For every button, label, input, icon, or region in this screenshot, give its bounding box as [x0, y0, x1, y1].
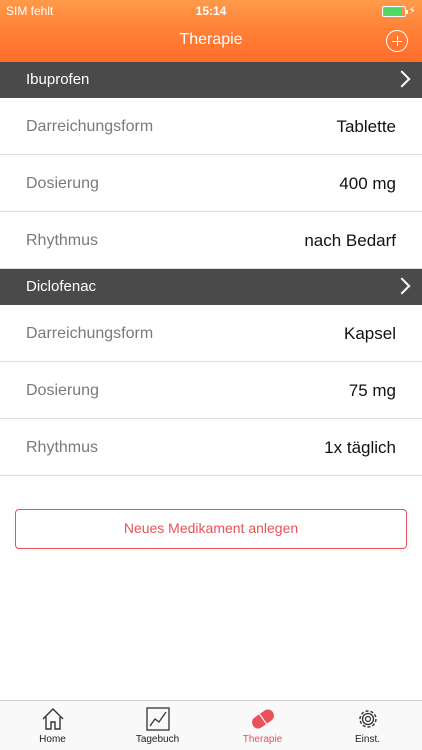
row-label: Rhythmus [26, 232, 99, 249]
table-row: Darreichungsform Kapsel [0, 305, 422, 362]
table-row: Dosierung 400 mg [0, 155, 422, 212]
table-row: Rhythmus 1x täglich [0, 419, 422, 476]
chevron-right-icon [393, 70, 411, 88]
row-value: Kapsel [344, 324, 396, 343]
house-icon [42, 708, 63, 730]
row-value: nach Bedarf [304, 231, 396, 250]
medication-header-ibuprofen[interactable]: Ibuprofen [0, 62, 422, 98]
table-row: Dosierung 75 mg [0, 362, 422, 419]
medication-header-diclofenac[interactable]: Diclofenac [0, 269, 422, 305]
row-value: Tablette [336, 117, 396, 136]
table-row: Darreichungsform Tablette [0, 98, 422, 155]
tab-einstellungen[interactable]: Einst. [315, 701, 420, 750]
tab-therapie[interactable]: Therapie [210, 701, 315, 750]
tab-label: Einst. [354, 734, 380, 745]
row-label: Dosierung [26, 382, 99, 399]
status-time: 15:14 [195, 4, 227, 18]
row-label: Rhythmus [26, 439, 99, 456]
row-value: 75 mg [348, 381, 396, 400]
row-label: Darreichungsform [26, 118, 154, 135]
medication-name: Diclofenac [26, 278, 97, 295]
tab-label: Tagebuch [135, 734, 180, 745]
row-value: 400 mg [339, 174, 396, 193]
tab-label: Therapie [242, 734, 283, 745]
chevron-right-icon [393, 277, 411, 295]
tab-bar: Home Tagebuch Therapie Einst. [0, 700, 422, 750]
navigation-header: SIM fehlt 15:14 ⚡ Therapie [0, 0, 422, 62]
tab-home[interactable]: Home [0, 701, 105, 750]
status-bar: SIM fehlt 15:14 ⚡ [0, 0, 422, 22]
medication-name: Ibuprofen [26, 71, 90, 88]
tab-tagebuch[interactable]: Tagebuch [105, 701, 210, 750]
chart-icon [145, 707, 170, 731]
row-label: Darreichungsform [26, 325, 154, 342]
row-value: 1x täglich [324, 438, 396, 457]
table-row: Rhythmus nach Bedarf [0, 212, 422, 269]
tab-label: Home [39, 734, 66, 745]
row-label: Dosierung [26, 175, 99, 192]
add-medication-button[interactable] [386, 30, 408, 52]
new-medication-button[interactable]: Neues Medikament anlegen [15, 509, 407, 549]
charging-icon: ⚡ [408, 5, 416, 17]
battery-icon [382, 6, 408, 17]
pill-icon [251, 709, 274, 729]
gear-icon [358, 710, 377, 728]
page-title: Therapie [179, 31, 243, 48]
